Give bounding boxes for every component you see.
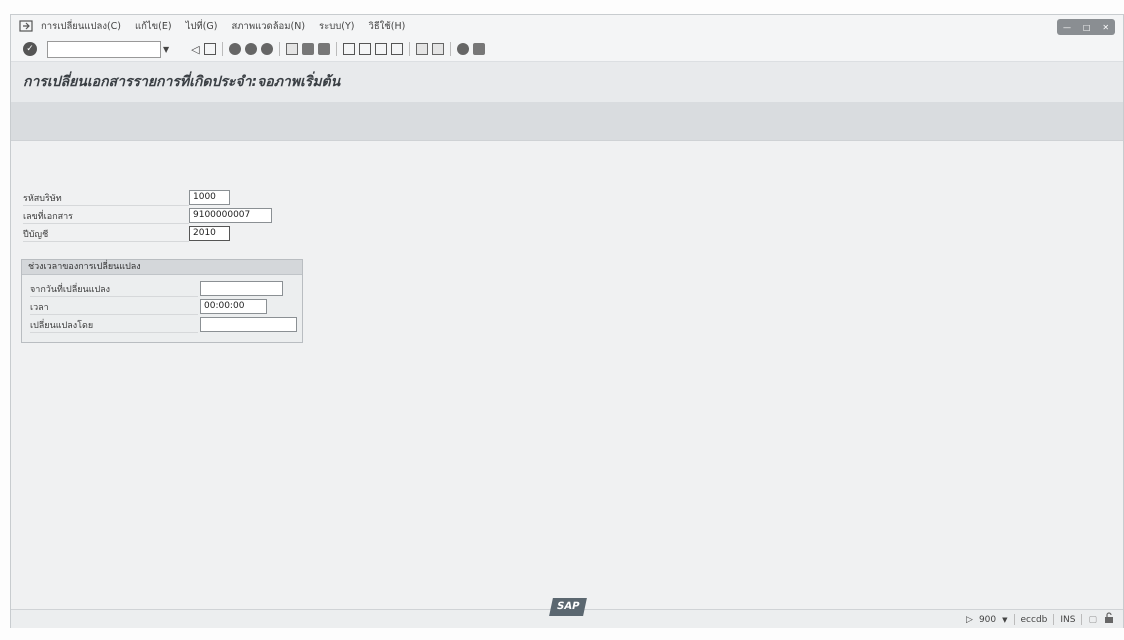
command-field[interactable] bbox=[47, 40, 161, 58]
next-page-icon[interactable] bbox=[374, 43, 387, 55]
toolbar-separator bbox=[449, 42, 451, 56]
company-code-label: รหัสบริษัท bbox=[23, 194, 62, 204]
changed-by-field[interactable] bbox=[200, 317, 297, 332]
menu-item-environment[interactable]: สภาพแวดล้อม(N) bbox=[231, 19, 305, 34]
page-title: การเปลี่ยนเอกสารรายการที่เกิดประจำ:จอภาพ… bbox=[23, 74, 341, 90]
from-change-date-field[interactable] bbox=[200, 281, 283, 296]
sap-window: การเปลี่ยนแปลง(C) แก้ไข(E) ไปที่(G) สภาพ… bbox=[10, 14, 1124, 628]
row-divider bbox=[23, 223, 189, 224]
enter-check-icon[interactable]: ✓ bbox=[23, 42, 37, 56]
back-icon[interactable] bbox=[228, 43, 241, 55]
menu-icon[interactable] bbox=[19, 20, 33, 32]
row-divider bbox=[23, 241, 189, 242]
message-icon[interactable]: ▢ bbox=[1088, 615, 1097, 625]
minimize-icon[interactable]: — bbox=[1063, 23, 1071, 32]
menu-item-goto[interactable]: ไปที่(G) bbox=[186, 19, 218, 34]
cancel-icon[interactable] bbox=[260, 43, 273, 55]
find-icon[interactable] bbox=[301, 43, 314, 55]
change-period-group: ช่วงเวลาของการเปลี่ยนแปลง จากวันที่เปลี่… bbox=[21, 259, 303, 343]
menu-item-change[interactable]: การเปลี่ยนแปลง(C) bbox=[41, 19, 121, 34]
fiscal-year-field[interactable]: 2010 bbox=[189, 226, 230, 241]
create-session-icon[interactable] bbox=[415, 43, 428, 55]
server-value: eccdb bbox=[1020, 614, 1048, 625]
sap-logo: SAP bbox=[549, 598, 587, 616]
status-info: ▷ 900 ▼ eccdb INS ▢ bbox=[966, 612, 1115, 627]
row-divider bbox=[30, 332, 198, 333]
document-number-field[interactable]: 9100000007 bbox=[189, 208, 272, 223]
toolbar-separator bbox=[408, 42, 410, 56]
last-page-icon[interactable] bbox=[390, 43, 403, 55]
time-field[interactable]: 00:00:00 bbox=[200, 299, 267, 314]
client-value: 900 bbox=[978, 614, 997, 625]
from-change-date-label: จากวันที่เปลี่ยนแปลง bbox=[30, 285, 111, 295]
window-controls: — □ ✕ bbox=[1057, 19, 1115, 35]
row-divider bbox=[30, 296, 198, 297]
previous-page-icon[interactable] bbox=[358, 43, 371, 55]
company-code-field[interactable]: 1000 bbox=[189, 190, 230, 205]
title-bar: การเปลี่ยนเอกสารรายการที่เกิดประจำ:จอภาพ… bbox=[11, 62, 1123, 102]
client-dropdown-icon[interactable]: ▼ bbox=[1002, 616, 1007, 624]
shortcut-icon[interactable] bbox=[431, 43, 444, 55]
menu-bar: การเปลี่ยนแปลง(C) แก้ไข(E) ไปที่(G) สภาพ… bbox=[11, 15, 1123, 37]
changed-by-label: เปลี่ยนแปลงโดย bbox=[30, 321, 94, 331]
print-icon[interactable] bbox=[285, 43, 298, 55]
find-next-icon[interactable] bbox=[317, 43, 330, 55]
save-icon[interactable] bbox=[203, 43, 216, 55]
toolbar-separator bbox=[221, 42, 223, 56]
status-separator bbox=[1053, 614, 1055, 625]
help-icon[interactable] bbox=[456, 43, 469, 55]
toolbar-separator bbox=[278, 42, 280, 56]
status-separator bbox=[1013, 614, 1015, 625]
fiscal-year-label: ปีบัญชี bbox=[23, 230, 49, 240]
document-number-label: เลขที่เอกสาร bbox=[23, 212, 73, 222]
close-icon[interactable]: ✕ bbox=[1102, 23, 1109, 32]
application-toolbar bbox=[11, 102, 1123, 141]
exit-icon[interactable] bbox=[244, 43, 257, 55]
toolbar-icons: ◁ bbox=[191, 42, 488, 56]
first-page-icon[interactable] bbox=[342, 43, 355, 55]
back-arrow-icon[interactable]: ◁ bbox=[191, 43, 199, 56]
group-title: ช่วงเวลาของการเปลี่ยนแปลง bbox=[22, 260, 302, 275]
layout-menu-icon[interactable] bbox=[472, 43, 485, 55]
standard-toolbar: ✓ ▼ ◁ bbox=[11, 37, 1123, 62]
menu-item-edit[interactable]: แก้ไข(E) bbox=[135, 19, 172, 34]
menu-item-system[interactable]: ระบบ(Y) bbox=[319, 19, 354, 34]
main-content: รหัสบริษัท 1000 เลขที่เอกสาร 9100000007 … bbox=[11, 141, 1123, 609]
maximize-icon[interactable]: □ bbox=[1083, 23, 1091, 32]
status-play-icon[interactable]: ▷ bbox=[966, 615, 973, 625]
command-dropdown-icon[interactable]: ▼ bbox=[163, 45, 169, 54]
menu-item-help[interactable]: วิธีใช้(H) bbox=[369, 19, 406, 34]
status-separator bbox=[1081, 614, 1083, 625]
insert-mode: INS bbox=[1060, 614, 1076, 625]
status-bar: SAP ▷ 900 ▼ eccdb INS ▢ bbox=[11, 598, 1123, 628]
toolbar-separator bbox=[335, 42, 337, 56]
row-divider bbox=[23, 205, 189, 206]
row-divider bbox=[30, 314, 198, 315]
lock-icon[interactable] bbox=[1103, 612, 1115, 627]
time-label: เวลา bbox=[30, 303, 49, 313]
